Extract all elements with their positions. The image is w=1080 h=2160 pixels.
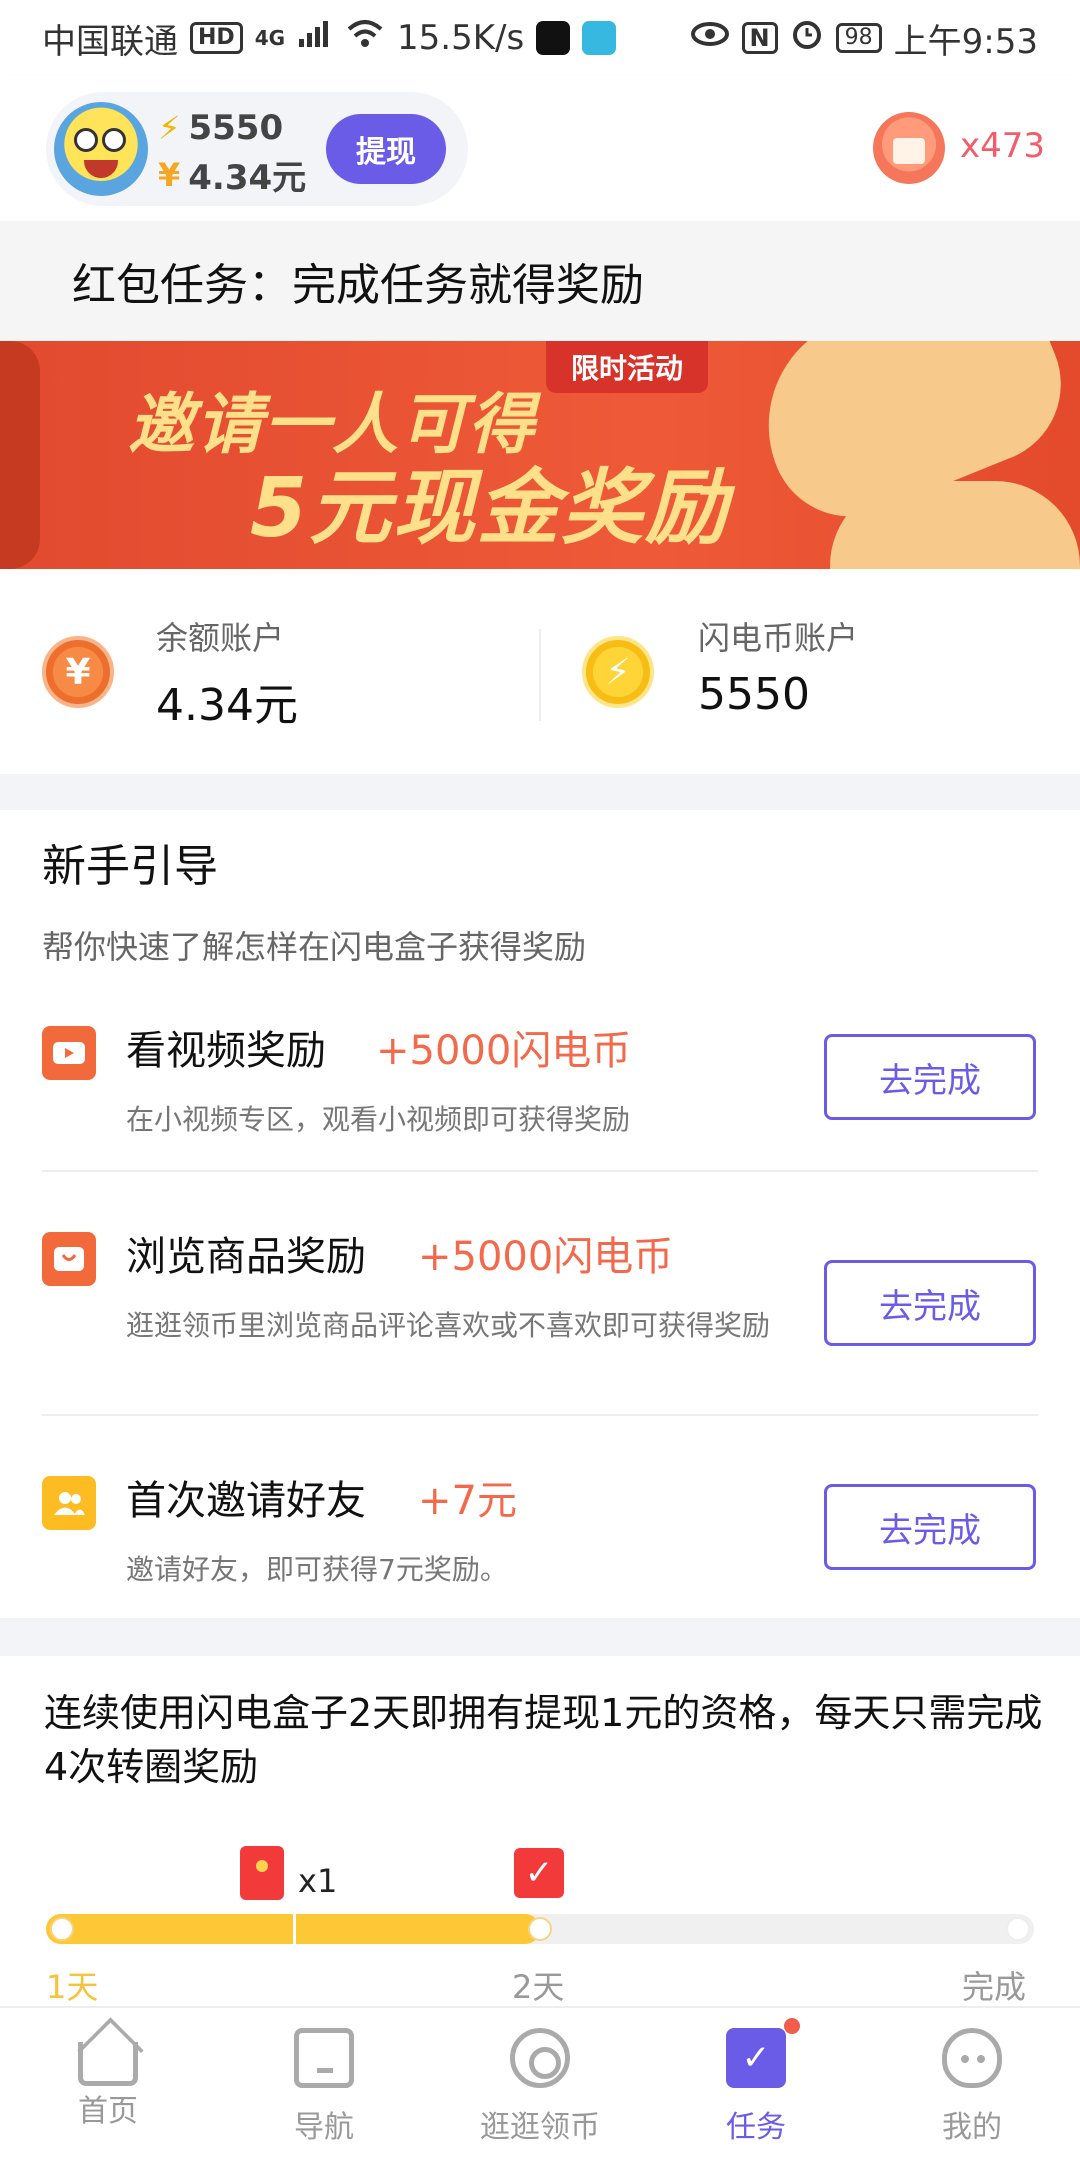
task-name: 看视频奖励 bbox=[126, 1028, 326, 1074]
guide-title: 新手引导 bbox=[42, 841, 218, 892]
streak-description: 连续使用闪电盒子2天即拥有提现1元的资格，每天只需完成4次转圈奖励 bbox=[44, 1691, 1043, 1789]
task-name: 浏览商品奖励 bbox=[126, 1234, 366, 1280]
task-watch-video: 看视频奖励 +5000闪电币 在小视频专区，观看小视频即可获得奖励 去完成 bbox=[42, 1014, 1038, 1214]
red-packet-count[interactable]: x473 bbox=[960, 126, 1045, 166]
go-complete-button[interactable]: 去完成 bbox=[824, 1484, 1036, 1570]
carrier-name: 中国联通 bbox=[42, 21, 178, 62]
balance-account-value[interactable]: 4.34元 bbox=[156, 669, 298, 733]
nav-label: 逛逛领币 bbox=[480, 2110, 600, 2145]
status-right: N 98 上午9:53 bbox=[690, 14, 1038, 63]
task-name: 首次邀请好友 bbox=[126, 1478, 366, 1524]
red-packet-multiplier: x1 bbox=[298, 1862, 338, 1900]
avatar[interactable] bbox=[54, 102, 148, 196]
lightning-icon: ⚡ bbox=[158, 109, 181, 147]
page-title: 红包任务：完成任务就得奖励 bbox=[0, 221, 1080, 341]
limited-time-tag: 限时活动 bbox=[546, 341, 708, 393]
nav-label: 首页 bbox=[78, 2094, 138, 2129]
task-reward: +5000闪电币 bbox=[376, 1028, 632, 1074]
navigation-icon bbox=[294, 2028, 354, 2088]
banner-envelope-fold bbox=[0, 341, 40, 569]
progress-node-mid bbox=[528, 1917, 552, 1941]
signal-icon bbox=[297, 18, 333, 58]
book-app-icon bbox=[582, 21, 617, 55]
network-speed: 15.5K/s bbox=[397, 18, 525, 58]
task-description: 逛逛领币里浏览商品评论喜欢或不喜欢即可获得奖励 bbox=[126, 1309, 771, 1342]
home-icon bbox=[78, 2042, 138, 2086]
browse-icon bbox=[510, 2028, 570, 2088]
nav-item-navigation[interactable]: 导航 bbox=[216, 2008, 432, 2160]
progress-divider bbox=[293, 1914, 296, 1944]
accounts-divider bbox=[539, 629, 541, 721]
bottom-nav: 首页 导航 逛逛领币 ✓ 任务 我的 bbox=[0, 2006, 1080, 2160]
avatar-eye-left bbox=[74, 128, 98, 152]
lightning-coin-icon: ⚡ bbox=[582, 636, 654, 708]
wallet-pill[interactable]: ⚡ 5550 ¥ 4.34元 提现 bbox=[46, 92, 468, 206]
checked-icon: ✓ bbox=[514, 1848, 564, 1898]
shopping-icon bbox=[42, 1232, 96, 1286]
red-packet-icon[interactable] bbox=[873, 112, 945, 184]
coin-account-label: 闪电币账户 bbox=[698, 619, 859, 657]
yuan-icon: ¥ bbox=[158, 155, 181, 194]
nav-item-profile[interactable]: 我的 bbox=[864, 2008, 1080, 2160]
balance-account-label: 余额账户 bbox=[156, 619, 285, 657]
hand-illustration-lower bbox=[830, 481, 1080, 569]
nav-label: 导航 bbox=[294, 2110, 354, 2145]
profile-icon bbox=[942, 2028, 1002, 2088]
task-reward: +7元 bbox=[418, 1478, 517, 1524]
newbie-guide: 新手引导 帮你快速了解怎样在闪电盒子获得奖励 看视频奖励 +5000闪电币 在小… bbox=[0, 810, 1080, 1618]
nav-item-tasks[interactable]: ✓ 任务 bbox=[648, 2008, 864, 2160]
nav-label: 我的 bbox=[942, 2110, 1002, 2145]
cash-balance: ¥ 4.34元 bbox=[158, 150, 306, 199]
eye-comfort-icon bbox=[690, 18, 730, 58]
network-type: 4G bbox=[254, 26, 286, 50]
nav-label: 任务 bbox=[726, 2110, 786, 2145]
task-icon: ✓ bbox=[726, 2018, 800, 2088]
task-invite-friend: 首次邀请好友 +7元 邀请好友，即可获得7元奖励。 去完成 bbox=[42, 1464, 1038, 1614]
cash-amount: 4.34元 bbox=[188, 158, 307, 198]
guide-subtitle: 帮你快速了解怎样在闪电盒子获得奖励 bbox=[42, 928, 587, 966]
hd-badge: HD bbox=[190, 22, 243, 54]
task-reward: +5000闪电币 bbox=[418, 1234, 674, 1280]
avatar-eye-right bbox=[102, 128, 126, 152]
nfc-icon: N bbox=[741, 22, 778, 54]
task-description: 在小视频专区，观看小视频即可获得奖励 bbox=[126, 1103, 631, 1136]
streak-progress-card: 连续使用闪电盒子2天即拥有提现1元的资格，每天只需完成4次转圈奖励 x1 ✓ 1… bbox=[0, 1656, 1080, 2006]
red-packet-icon bbox=[240, 1846, 284, 1900]
nav-item-home[interactable]: 首页 bbox=[0, 2008, 216, 2160]
task-divider bbox=[42, 1170, 1038, 1172]
go-complete-button[interactable]: 去完成 bbox=[824, 1034, 1036, 1120]
clock-time: 上午9:53 bbox=[893, 21, 1038, 62]
task-divider bbox=[42, 1414, 1038, 1416]
go-complete-button[interactable]: 去完成 bbox=[824, 1260, 1036, 1346]
video-icon bbox=[42, 1026, 96, 1080]
tiktok-app-icon bbox=[536, 21, 571, 55]
invite-banner[interactable]: 限时活动 邀请一人可得 5元现金奖励 bbox=[0, 341, 1080, 569]
accounts-panel: ¥ 余额账户 4.34元 ⚡ 闪电币账户 5550 bbox=[0, 569, 1080, 774]
wifi-icon bbox=[345, 18, 385, 58]
status-left: 中国联通 HD 4G 15.5K/s bbox=[42, 14, 617, 63]
progress-node-start bbox=[50, 1917, 74, 1941]
progress-node-end bbox=[1006, 1917, 1030, 1941]
coin-account-value[interactable]: 5550 bbox=[698, 669, 810, 720]
banner-reward: 5元现金奖励 bbox=[250, 461, 730, 556]
streak-progress-bar bbox=[46, 1914, 1034, 1944]
coin-amount: 5550 bbox=[188, 108, 284, 148]
wallet-header: ⚡ 5550 ¥ 4.34元 提现 x473 bbox=[0, 76, 1080, 221]
yuan-coin-icon: ¥ bbox=[42, 636, 114, 708]
task-description: 邀请好友，即可获得7元奖励。 bbox=[126, 1553, 508, 1586]
battery-icon: 98 bbox=[835, 23, 882, 53]
progress-label-day2: 2天 bbox=[512, 1968, 565, 2006]
alarm-icon bbox=[790, 17, 824, 60]
nav-item-browse[interactable]: 逛逛领币 bbox=[432, 2008, 648, 2160]
progress-label-done: 完成 bbox=[962, 1968, 1027, 2006]
friends-icon bbox=[42, 1476, 96, 1530]
coin-balance: ⚡ 5550 bbox=[158, 108, 283, 148]
withdraw-button[interactable]: 提现 bbox=[326, 114, 446, 184]
progress-label-day1: 1天 bbox=[46, 1968, 99, 2006]
status-bar: 中国联通 HD 4G 15.5K/s N 98 上午9:53 bbox=[0, 0, 1080, 76]
